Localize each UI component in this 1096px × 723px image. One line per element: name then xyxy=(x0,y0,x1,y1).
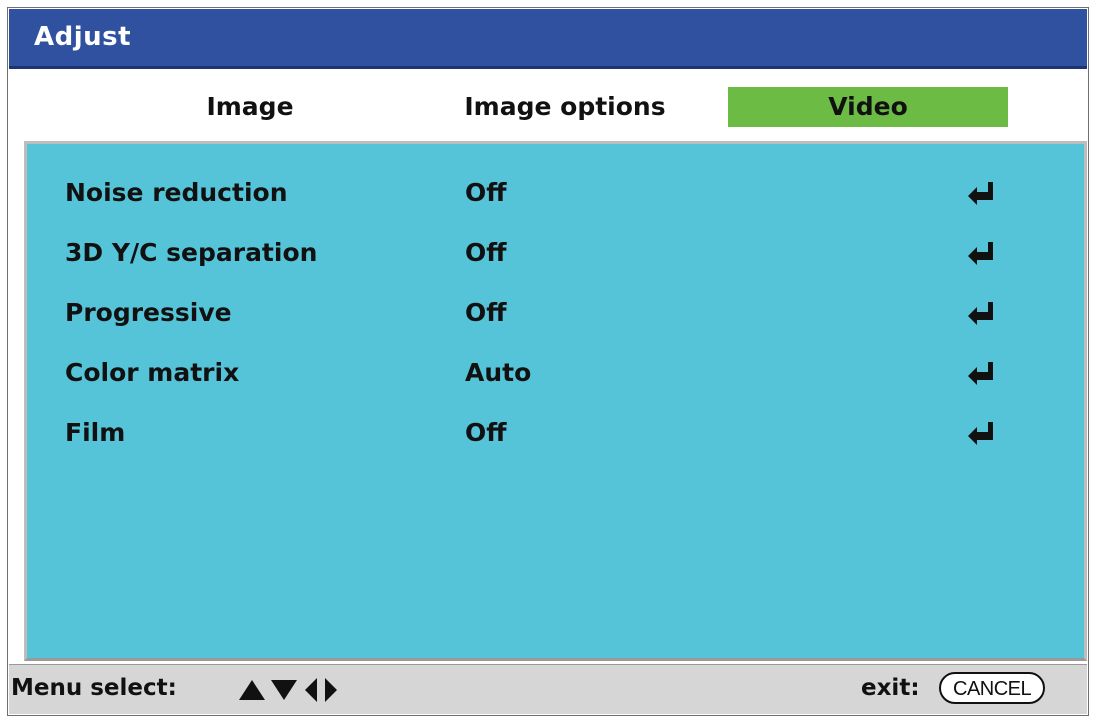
setting-value: Auto xyxy=(465,358,532,387)
setting-3d-yc-separation[interactable]: 3D Y/C separation Off xyxy=(27,233,1084,273)
footer-bar: Menu select: exit: CANCEL xyxy=(9,664,1087,714)
setting-label: Color matrix xyxy=(65,358,240,387)
enter-icon xyxy=(968,242,993,265)
enter-icon xyxy=(968,302,993,325)
setting-film[interactable]: Film Off xyxy=(27,413,1084,453)
down-triangle-icon xyxy=(271,680,297,700)
navigation-arrows-icon xyxy=(239,678,337,702)
setting-value: Off xyxy=(465,298,507,327)
menu-select-label: Menu select: xyxy=(11,675,177,701)
setting-value: Off xyxy=(465,238,507,267)
right-triangle-icon xyxy=(325,678,337,702)
setting-noise-reduction[interactable]: Noise reduction Off xyxy=(27,173,1084,213)
tab-image-options[interactable]: Image options xyxy=(440,87,690,127)
enter-icon xyxy=(968,362,993,385)
enter-icon xyxy=(968,422,993,445)
title-bar: Adjust xyxy=(9,9,1087,69)
setting-label: 3D Y/C separation xyxy=(65,238,318,267)
cancel-key-icon[interactable]: CANCEL xyxy=(939,672,1046,704)
left-triangle-icon xyxy=(305,678,317,702)
menu-title: Adjust xyxy=(34,22,132,52)
enter-icon xyxy=(968,182,993,205)
settings-panel: Noise reduction Off 3D Y/C separation Of… xyxy=(24,141,1087,661)
up-triangle-icon xyxy=(239,680,265,700)
tab-video[interactable]: Video xyxy=(728,87,1008,127)
setting-progressive[interactable]: Progressive Off xyxy=(27,293,1084,333)
setting-label: Film xyxy=(65,418,126,447)
exit-label: exit: xyxy=(861,675,920,701)
setting-label: Progressive xyxy=(65,298,232,327)
setting-color-matrix[interactable]: Color matrix Auto xyxy=(27,353,1084,393)
setting-value: Off xyxy=(465,178,507,207)
setting-label: Noise reduction xyxy=(65,178,288,207)
setting-value: Off xyxy=(465,418,507,447)
tab-image[interactable]: Image xyxy=(150,87,350,127)
